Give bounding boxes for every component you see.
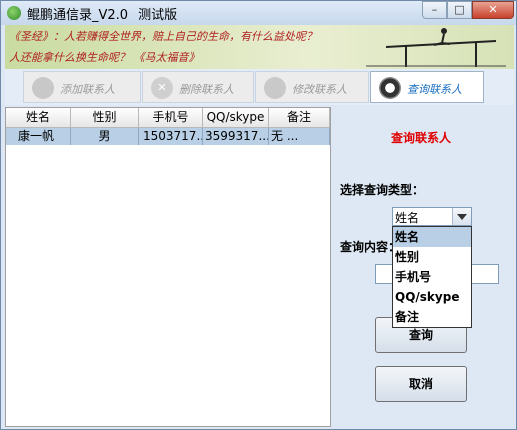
query-type-value: 姓名 [395,211,420,225]
cell-gender: 男 [71,128,139,145]
delete-contact-button[interactable]: ✕ 删除联系人 [142,71,254,103]
close-button[interactable]: ✕ [472,1,514,19]
dropdown-option-phone[interactable]: 手机号 [393,267,471,287]
search-icon [379,77,401,99]
delete-contact-label: 删除联系人 [179,83,234,96]
toolbar: 添加联系人 ✕ 删除联系人 修改联系人 查询联系人 [5,69,514,105]
cell-qq: 3599317... [205,128,269,145]
dropdown-option-name[interactable]: 姓名 [393,227,471,247]
cell-name: 康一帆 [6,128,71,145]
chevron-down-icon[interactable] [452,208,471,225]
app-icon [7,6,21,20]
column-header-gender[interactable]: 性别 [71,108,139,128]
cell-phone: 1503717... [139,128,203,145]
maximize-button[interactable]: □ [447,1,472,19]
query-type-select[interactable]: 姓名 [392,207,472,226]
modify-contact-button[interactable]: 修改联系人 [255,71,369,103]
banner: 《圣经》：人若赚得全世界，赔上自己的生命，有什么益处呢？ 人还能拿什么换生命呢？… [5,25,514,69]
dropdown-option-note[interactable]: 备注 [393,307,471,327]
column-header-note[interactable]: 备注 [269,108,330,128]
window-subtitle: 测试版 [138,8,178,23]
edit-icon [264,77,286,99]
add-contact-button[interactable]: 添加联系人 [23,71,141,103]
table-header: 姓名 性别 手机号 QQ/skype 备注 [6,108,330,128]
cell-note: 无 ... [269,128,330,145]
column-header-phone[interactable]: 手机号 [139,108,203,128]
delete-icon: ✕ [151,77,173,99]
cancel-button[interactable]: 取消 [375,366,467,402]
column-header-qq[interactable]: QQ/skype [203,108,269,128]
banner-quote-line2: 人还能拿什么换生命呢？ 《马太福音》 [9,51,200,64]
banner-quote-line1: 《圣经》：人若赚得全世界，赔上自己的生命，有什么益处呢？ [9,30,317,43]
title-bar[interactable]: 鲲鹏通信录_V2.0 测试版 – □ ✕ [1,1,516,25]
query-contact-label: 查询联系人 [407,83,462,96]
contacts-table[interactable]: 姓名 性别 手机号 QQ/skype 备注 康一帆 男 1503717... 3… [5,107,331,427]
app-window: 鲲鹏通信录_V2.0 测试版 – □ ✕ 《圣经》：人若赚得全世界，赔上自己的生命… [0,0,517,430]
query-panel: 查询联系人 选择查询类型： 姓名 查询内容： 查询 取消 姓名 性别 手机号 Q… [331,107,514,427]
column-header-name[interactable]: 姓名 [6,108,71,128]
query-type-dropdown: 姓名 性别 手机号 QQ/skype 备注 [392,226,472,328]
user-add-icon [32,77,54,99]
dropdown-option-qq[interactable]: QQ/skype [393,287,471,307]
window-title-text: 鲲鹏通信录_V2.0 [27,8,129,23]
banner-silhouette-image [366,28,506,67]
query-type-label: 选择查询类型： [340,183,425,197]
add-contact-label: 添加联系人 [60,83,115,96]
window-title: 鲲鹏通信录_V2.0 测试版 [27,4,177,23]
query-content-label: 查询内容： [340,240,401,254]
dropdown-option-gender[interactable]: 性别 [393,247,471,267]
query-contact-button[interactable]: 查询联系人 [370,71,484,103]
minimize-button[interactable]: – [422,1,447,19]
table-row[interactable]: 康一帆 男 1503717... 3599317... 无 ... [6,128,330,145]
modify-contact-label: 修改联系人 [292,83,347,96]
query-panel-title: 查询联系人 [391,131,452,145]
